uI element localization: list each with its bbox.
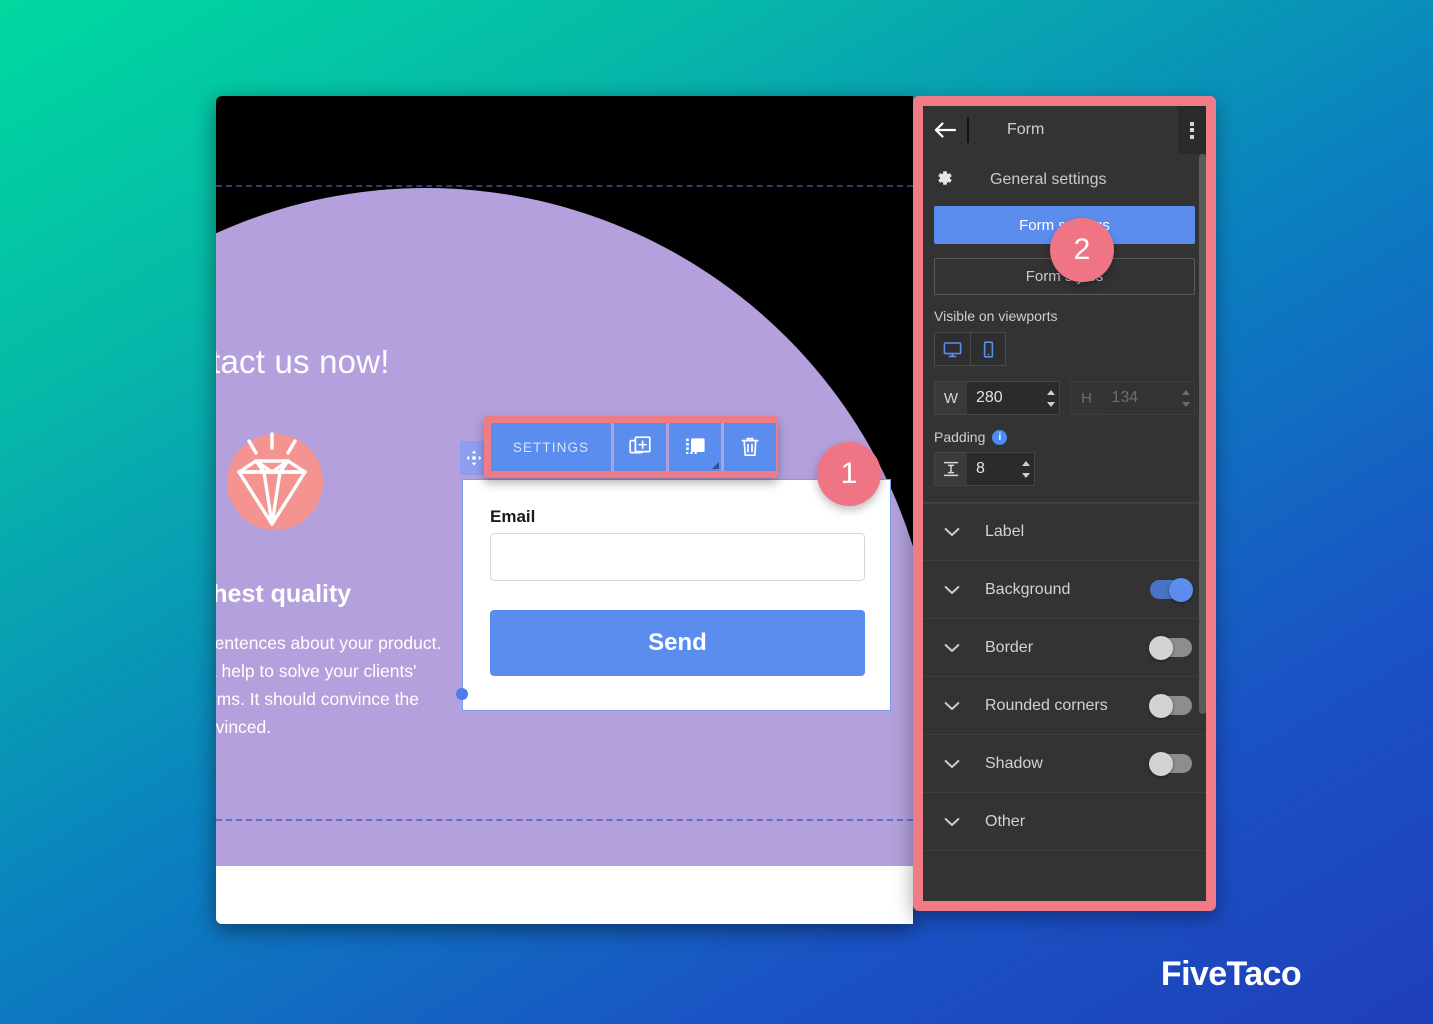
email-input[interactable] [490, 533, 865, 581]
panel-scrollbar[interactable] [1199, 154, 1206, 901]
width-field[interactable]: W [934, 381, 1060, 415]
style-sections-list: Label Background Border Rounded corners Shad… [923, 503, 1206, 851]
toggle-background[interactable] [1150, 577, 1193, 602]
toggle-rounded-corners[interactable] [1149, 693, 1192, 718]
style-section-background[interactable]: Background [923, 561, 1206, 619]
arrow-left-icon[interactable] [923, 106, 967, 154]
email-field-label: Email [490, 507, 536, 526]
style-section-label: Other [985, 812, 1026, 830]
general-settings-label: General settings [990, 171, 1107, 188]
dimensions-row: W H [934, 381, 1195, 415]
editor-window: Contact us now! Highest quality Few sent… [216, 96, 1216, 924]
gear-icon [935, 169, 953, 192]
height-field[interactable]: H [1069, 381, 1195, 415]
form-widget[interactable]: Email Send [462, 479, 891, 711]
fivetaco-watermark: FiveTaco [1160, 955, 1302, 993]
step-badge-2: 2 [1050, 218, 1114, 282]
toggle-border[interactable] [1149, 635, 1192, 660]
section-boundary-bottom [216, 819, 913, 821]
style-section-other[interactable]: Other [923, 793, 1206, 851]
width-stepper[interactable] [1043, 382, 1059, 414]
style-section-shadow[interactable]: Shadow [923, 735, 1206, 793]
element-settings-button[interactable]: SETTINGS [491, 423, 611, 471]
settings-panel-highlight: Form General settings Form settings Form… [913, 96, 1216, 911]
resize-handle-left[interactable] [456, 688, 468, 700]
visible-on-viewports-label: Visible on viewports [934, 308, 1058, 324]
element-toolbar-highlight: SETTINGS [484, 416, 778, 478]
width-tag: W [935, 382, 967, 414]
vertical-padding-icon [935, 453, 967, 485]
padding-label: Padding [934, 429, 986, 445]
panel-header: Form [923, 106, 1206, 154]
padding-stepper[interactable] [1018, 453, 1034, 485]
toggle-shadow[interactable] [1149, 751, 1192, 776]
panel-title: Form [1007, 121, 1045, 138]
chevron-down-icon [939, 701, 965, 711]
step-badge-1: 1 [817, 442, 881, 506]
desktop-icon[interactable] [935, 333, 970, 365]
trash-icon[interactable] [724, 423, 776, 471]
padding-input[interactable] [967, 453, 1018, 485]
canvas-footer-section [216, 866, 913, 924]
height-input[interactable] [1102, 382, 1178, 414]
mobile-icon[interactable] [970, 333, 1005, 365]
send-button[interactable]: Send [490, 610, 865, 676]
chevron-down-icon [939, 643, 965, 653]
page-canvas[interactable]: Contact us now! Highest quality Few sent… [216, 96, 913, 924]
width-input[interactable] [967, 382, 1043, 414]
padding-label-row: Padding i [934, 429, 1195, 445]
style-section-label: Border [985, 638, 1034, 656]
hero-paragraph: Few sentences about your product. How it… [216, 633, 442, 737]
style-section-label: Background [985, 580, 1071, 598]
resize-corner-indicator [712, 462, 719, 469]
height-stepper[interactable] [1178, 382, 1194, 414]
section-boundary-top [216, 185, 913, 187]
height-tag: H [1070, 382, 1103, 414]
style-section-label: Shadow [985, 754, 1043, 772]
style-section-border[interactable]: Border [923, 619, 1206, 677]
style-section-label: Rounded corners [985, 696, 1108, 714]
element-toolbar: SETTINGS [491, 423, 776, 471]
padding-row [934, 452, 1195, 486]
chevron-down-icon [939, 817, 965, 827]
more-vertical-icon[interactable] [1178, 106, 1206, 154]
chevron-down-icon [939, 585, 965, 595]
hero-subheading: Highest quality [216, 580, 352, 608]
padding-field[interactable] [934, 452, 1035, 486]
viewport-toggle-group [934, 332, 1006, 366]
chevron-down-icon [939, 759, 965, 769]
general-settings-row[interactable]: General settings [923, 154, 1206, 206]
diamond-icon [216, 426, 331, 546]
style-section-rounded-corners[interactable]: Rounded corners [923, 677, 1206, 735]
duplicate-icon[interactable] [614, 423, 666, 471]
style-section-label[interactable]: Label [923, 503, 1206, 561]
chevron-down-icon [939, 527, 965, 537]
info-icon[interactable]: i [992, 429, 1008, 445]
hero-heading: Contact us now! [216, 343, 390, 380]
style-section-label: Label [985, 523, 1025, 540]
copy-style-icon[interactable] [669, 423, 721, 471]
panel-scrollbar-thumb[interactable] [1199, 154, 1206, 714]
